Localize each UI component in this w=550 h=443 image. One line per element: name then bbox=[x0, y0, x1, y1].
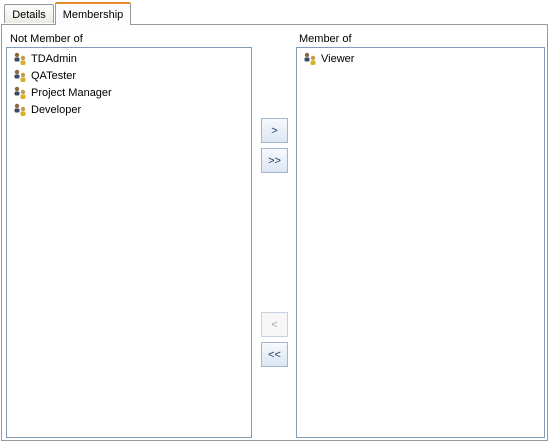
list-item-label: Developer bbox=[31, 104, 82, 116]
list-item-label: TDAdmin bbox=[31, 53, 77, 65]
list-item-qatester[interactable]: QATester bbox=[13, 68, 76, 84]
member-list[interactable]: Viewer bbox=[296, 47, 545, 438]
tab-strip: Details Membership bbox=[0, 0, 550, 25]
list-item-tdadmin[interactable]: TDAdmin bbox=[13, 51, 77, 67]
list-item-project-manager[interactable]: Project Manager bbox=[13, 85, 112, 101]
not-member-list[interactable]: TDAdmin QATester Project Manager Develop… bbox=[6, 47, 252, 438]
add-button[interactable]: > bbox=[261, 118, 288, 143]
user-group-icon bbox=[14, 103, 26, 116]
user-group-icon bbox=[304, 52, 316, 65]
not-member-label: Not Member of bbox=[10, 33, 83, 45]
tab-membership[interactable]: Membership bbox=[55, 2, 131, 25]
user-group-icon bbox=[14, 86, 26, 99]
list-item-label: QATester bbox=[31, 70, 77, 82]
list-item-label: Project Manager bbox=[31, 87, 112, 99]
remove-button[interactable]: < bbox=[261, 312, 288, 337]
tab-details[interactable]: Details bbox=[4, 4, 54, 23]
list-item-viewer[interactable]: Viewer bbox=[303, 51, 354, 67]
user-group-icon bbox=[14, 69, 26, 82]
add-all-button[interactable]: >> bbox=[261, 148, 288, 173]
member-label: Member of bbox=[299, 33, 352, 45]
list-item-developer[interactable]: Developer bbox=[13, 102, 81, 118]
list-item-label: Viewer bbox=[321, 53, 355, 65]
user-group-icon bbox=[14, 52, 26, 65]
remove-all-button[interactable]: << bbox=[261, 342, 288, 367]
